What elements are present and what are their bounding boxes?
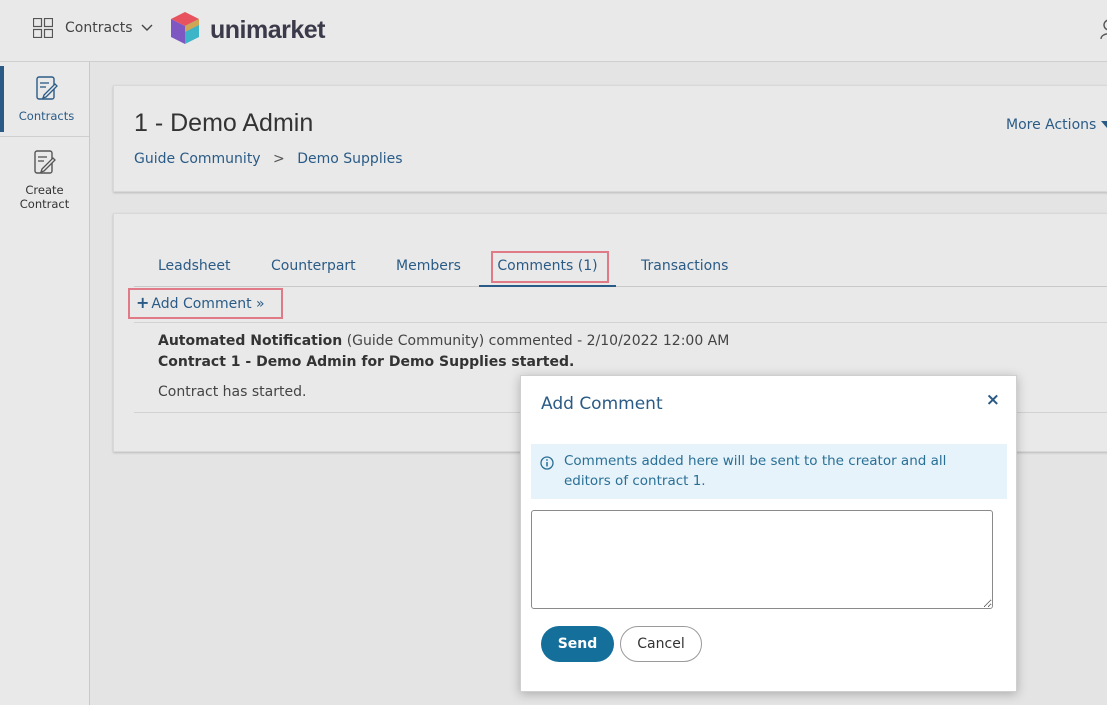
nav-item-contracts[interactable]: Contracts bbox=[0, 66, 89, 132]
app-switcher[interactable]: Contracts bbox=[65, 20, 153, 36]
contract-header: 1 - Demo Admin Guide Community > Demo Su… bbox=[113, 85, 1107, 192]
modal-title: Add Comment bbox=[541, 394, 663, 414]
user-icon[interactable] bbox=[1099, 18, 1107, 40]
cancel-button[interactable]: Cancel bbox=[620, 626, 702, 662]
tab-leadsheet[interactable]: Leadsheet bbox=[158, 258, 231, 285]
page-title: 1 - Demo Admin bbox=[134, 109, 314, 137]
tab-bar: Leadsheet Counterpart Members Comments (… bbox=[134, 258, 1107, 287]
chevron-down-icon bbox=[141, 20, 153, 36]
comment-divider bbox=[134, 322, 1107, 323]
caret-down-icon bbox=[1101, 121, 1107, 128]
breadcrumb-guide-community[interactable]: Guide Community bbox=[134, 151, 261, 167]
tab-counterpart[interactable]: Counterpart bbox=[271, 258, 356, 285]
comment-author: Automated Notification bbox=[158, 333, 343, 349]
comment-meta-text: (Guide Community) commented - 2/10/2022 … bbox=[342, 333, 730, 349]
unimarket-logo[interactable]: unimarket bbox=[170, 11, 325, 49]
send-button[interactable]: Send bbox=[541, 626, 614, 662]
nav-item-label: Create Contract bbox=[19, 183, 70, 211]
tab-comments[interactable]: Comments (1) bbox=[479, 258, 616, 287]
plus-icon: + bbox=[136, 293, 150, 312]
comment-meta: Automated Notification (Guide Community)… bbox=[158, 333, 729, 349]
info-alert: Comments added here will be sent to the … bbox=[531, 444, 1007, 499]
tab-members[interactable]: Members bbox=[396, 258, 461, 285]
left-nav: Contracts Create Contract bbox=[0, 62, 90, 705]
info-icon bbox=[540, 455, 554, 470]
add-comment-label: Add Comment » bbox=[151, 296, 265, 312]
breadcrumb: Guide Community > Demo Supplies bbox=[134, 151, 403, 167]
contract-create-icon bbox=[33, 150, 56, 177]
app-switcher-label: Contracts bbox=[65, 20, 133, 36]
logo-cube-icon bbox=[170, 11, 200, 49]
comment-body: Contract has started. bbox=[158, 384, 307, 400]
comment-subject: Contract 1 - Demo Admin for Demo Supplie… bbox=[158, 354, 575, 370]
breadcrumb-demo-supplies[interactable]: Demo Supplies bbox=[297, 151, 402, 167]
add-comment-link[interactable]: + Add Comment » bbox=[136, 293, 265, 312]
tab-transactions[interactable]: Transactions bbox=[641, 258, 728, 285]
close-icon[interactable]: × bbox=[986, 390, 1000, 410]
contract-edit-icon bbox=[35, 76, 58, 103]
comment-input[interactable] bbox=[531, 510, 993, 609]
more-actions-button[interactable]: More Actions bbox=[1006, 117, 1107, 133]
top-bar: Contracts unimarket bbox=[0, 0, 1107, 62]
breadcrumb-separator: > bbox=[273, 151, 285, 167]
more-actions-label: More Actions bbox=[1006, 117, 1097, 133]
info-text: Comments added here will be sent to the … bbox=[564, 453, 947, 489]
grid-icon[interactable] bbox=[32, 17, 54, 39]
nav-item-label: Contracts bbox=[18, 109, 75, 123]
nav-item-create-contract[interactable]: Create Contract bbox=[0, 150, 89, 211]
nav-divider bbox=[0, 136, 89, 137]
logo-text: unimarket bbox=[210, 15, 325, 44]
add-comment-modal: Add Comment × Comments added here will b… bbox=[520, 375, 1017, 692]
